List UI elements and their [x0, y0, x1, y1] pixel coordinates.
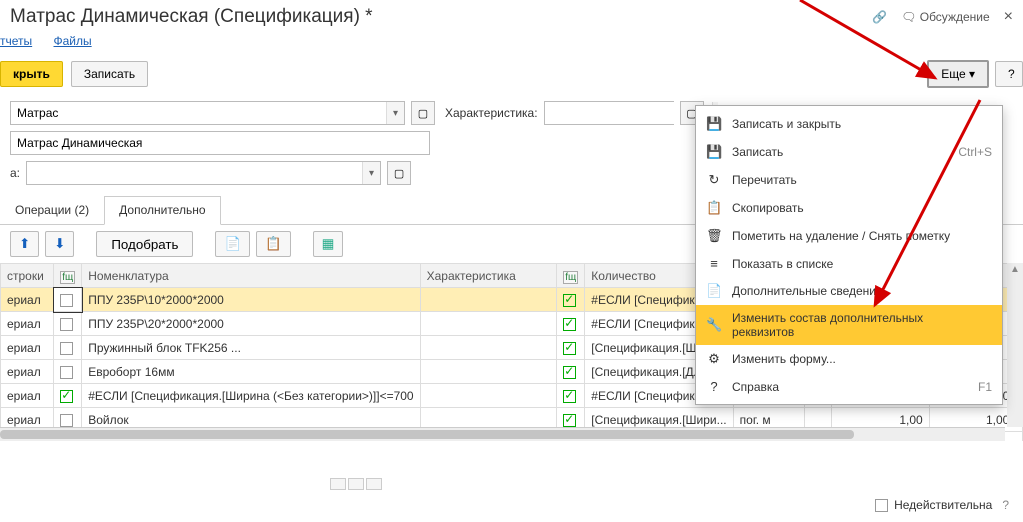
cell-char[interactable]: [420, 336, 557, 360]
cell-nom[interactable]: Евроборт 16мм: [82, 360, 420, 384]
menu-item-label: Справка: [732, 380, 968, 394]
dropdown-icon[interactable]: ▾: [362, 162, 380, 184]
menu-item-label: Записать: [732, 145, 948, 159]
menu-item[interactable]: ? Справка F1: [696, 373, 1002, 400]
cell-type: ериал: [1, 336, 54, 360]
name-input[interactable]: [11, 132, 429, 154]
h-scrollbar[interactable]: [0, 427, 1005, 441]
col-nomenclature[interactable]: Номенклатура: [82, 264, 420, 288]
copy-button[interactable]: 📄: [215, 231, 250, 257]
cell-chk-nom[interactable]: [54, 360, 82, 384]
cell-nom[interactable]: ППУ 235Р\10*2000*2000: [82, 288, 420, 312]
menu-item[interactable]: 📄 Дополнительные сведения: [696, 277, 1002, 305]
help-button[interactable]: ?: [995, 61, 1023, 87]
nomenclature-input[interactable]: [11, 102, 386, 124]
menu-item[interactable]: ⚙ Изменить форму...: [696, 345, 1002, 373]
cell-char[interactable]: [420, 312, 557, 336]
menu-item-label: Показать в списке: [732, 257, 982, 271]
menu-item-label: Скопировать: [732, 201, 982, 215]
menu-item-icon: 📄: [706, 283, 722, 299]
a-input[interactable]: [27, 162, 362, 184]
menu-item-icon: ≡: [706, 256, 722, 271]
link-icon[interactable]: 🔗: [872, 10, 887, 24]
more-menu: 💾 Записать и закрыть 💾 Записать Ctrl+S ↻ Переч…: [695, 105, 1003, 405]
menu-item-icon: ?: [706, 379, 722, 394]
cell-chk-nom[interactable]: [54, 384, 82, 408]
files-link[interactable]: Файлы: [54, 34, 92, 48]
cell-char[interactable]: [420, 288, 557, 312]
cell-chk-qty[interactable]: [557, 360, 585, 384]
menu-item-icon: ⚙: [706, 351, 722, 367]
cell-nom[interactable]: ППУ 235Р\20*2000*2000: [82, 312, 420, 336]
move-up-button[interactable]: ⬆: [10, 231, 39, 257]
inactive-label: Недействительна: [894, 498, 992, 512]
menu-item-label: Записать и закрыть: [732, 117, 982, 131]
open-icon[interactable]: ▢: [387, 161, 411, 185]
menu-item-icon: 💾: [706, 144, 722, 160]
cell-chk-qty[interactable]: [557, 384, 585, 408]
col-fn1[interactable]: fщ: [54, 264, 82, 288]
characteristic-label: Характеристика:: [445, 106, 538, 120]
discussion-link[interactable]: 🗨 Обсуждение: [901, 10, 990, 24]
menu-item-label: Перечитать: [732, 173, 982, 187]
menu-item[interactable]: 🔧 Изменить состав дополнительных реквизит…: [696, 305, 1002, 345]
cell-chk-nom[interactable]: [54, 288, 82, 312]
cell-char[interactable]: [420, 360, 557, 384]
cell-chk-nom[interactable]: [54, 312, 82, 336]
cell-chk-qty[interactable]: [557, 288, 585, 312]
cell-type: ериал: [1, 384, 54, 408]
v-scrollbar[interactable]: ▲: [1007, 263, 1023, 427]
menu-item[interactable]: 📋 Скопировать: [696, 194, 1002, 222]
reports-link[interactable]: тчеты: [0, 34, 32, 48]
cell-type: ериал: [1, 288, 54, 312]
page-title: Матрас Динамическая (Спецификация) *: [10, 6, 872, 28]
col-characteristic[interactable]: Характеристика: [420, 264, 557, 288]
col-rows[interactable]: строки: [1, 264, 54, 288]
menu-item[interactable]: 💾 Записать Ctrl+S: [696, 138, 1002, 166]
help-footer[interactable]: ?: [1002, 498, 1009, 512]
close-icon[interactable]: ×: [1004, 8, 1013, 26]
menu-item[interactable]: 🗑 Пометить на удаление / Снять пометку: [696, 222, 1002, 250]
more-button[interactable]: Еще ▾: [927, 60, 989, 88]
cell-chk-nom[interactable]: [54, 336, 82, 360]
a-label: a:: [10, 166, 20, 180]
menu-item-icon: 📋: [706, 200, 722, 216]
menu-item-shortcut: Ctrl+S: [958, 145, 992, 159]
pager[interactable]: [330, 478, 382, 490]
menu-item[interactable]: 💾 Записать и закрыть: [696, 110, 1002, 138]
cell-nom[interactable]: #ЕСЛИ [Спецификация.[Ширина (<Без катего…: [82, 384, 420, 408]
write-button[interactable]: Записать: [71, 61, 148, 87]
discussion-label: Обсуждение: [920, 10, 990, 24]
cell-chk-qty[interactable]: [557, 312, 585, 336]
cell-type: ериал: [1, 360, 54, 384]
menu-item-icon: ↻: [706, 172, 722, 188]
col-fn2[interactable]: fщ: [557, 264, 585, 288]
dropdown-icon[interactable]: ▾: [386, 102, 404, 124]
pick-button[interactable]: Подобрать: [96, 231, 193, 257]
tab-additional[interactable]: Дополнительно: [104, 196, 220, 225]
paste-button[interactable]: 📋: [256, 231, 291, 257]
tab-operations[interactable]: Операции (2): [0, 196, 104, 224]
menu-item-label: Пометить на удаление / Снять пометку: [732, 229, 982, 243]
cell-char[interactable]: [420, 384, 557, 408]
menu-item-label: Изменить форму...: [732, 352, 982, 366]
menu-item-icon: 💾: [706, 116, 722, 132]
cell-chk-qty[interactable]: [557, 336, 585, 360]
menu-item[interactable]: ≡ Показать в списке: [696, 250, 1002, 277]
table-button[interactable]: ▦: [313, 231, 344, 257]
menu-item-label: Дополнительные сведения: [732, 284, 982, 298]
menu-item-icon: 🗑: [706, 228, 722, 244]
menu-item-label: Изменить состав дополнительных реквизито…: [732, 311, 982, 339]
menu-item-icon: 🔧: [706, 317, 722, 333]
move-down-button[interactable]: ⬇: [45, 231, 74, 257]
cell-nom[interactable]: Пружинный блок TFK256 ...: [82, 336, 420, 360]
menu-item-shortcut: F1: [978, 380, 992, 394]
save-close-button[interactable]: крыть: [0, 61, 63, 87]
inactive-checkbox[interactable]: [875, 499, 888, 512]
cell-type: ериал: [1, 312, 54, 336]
open-icon[interactable]: ▢: [411, 101, 435, 125]
menu-item[interactable]: ↻ Перечитать: [696, 166, 1002, 194]
